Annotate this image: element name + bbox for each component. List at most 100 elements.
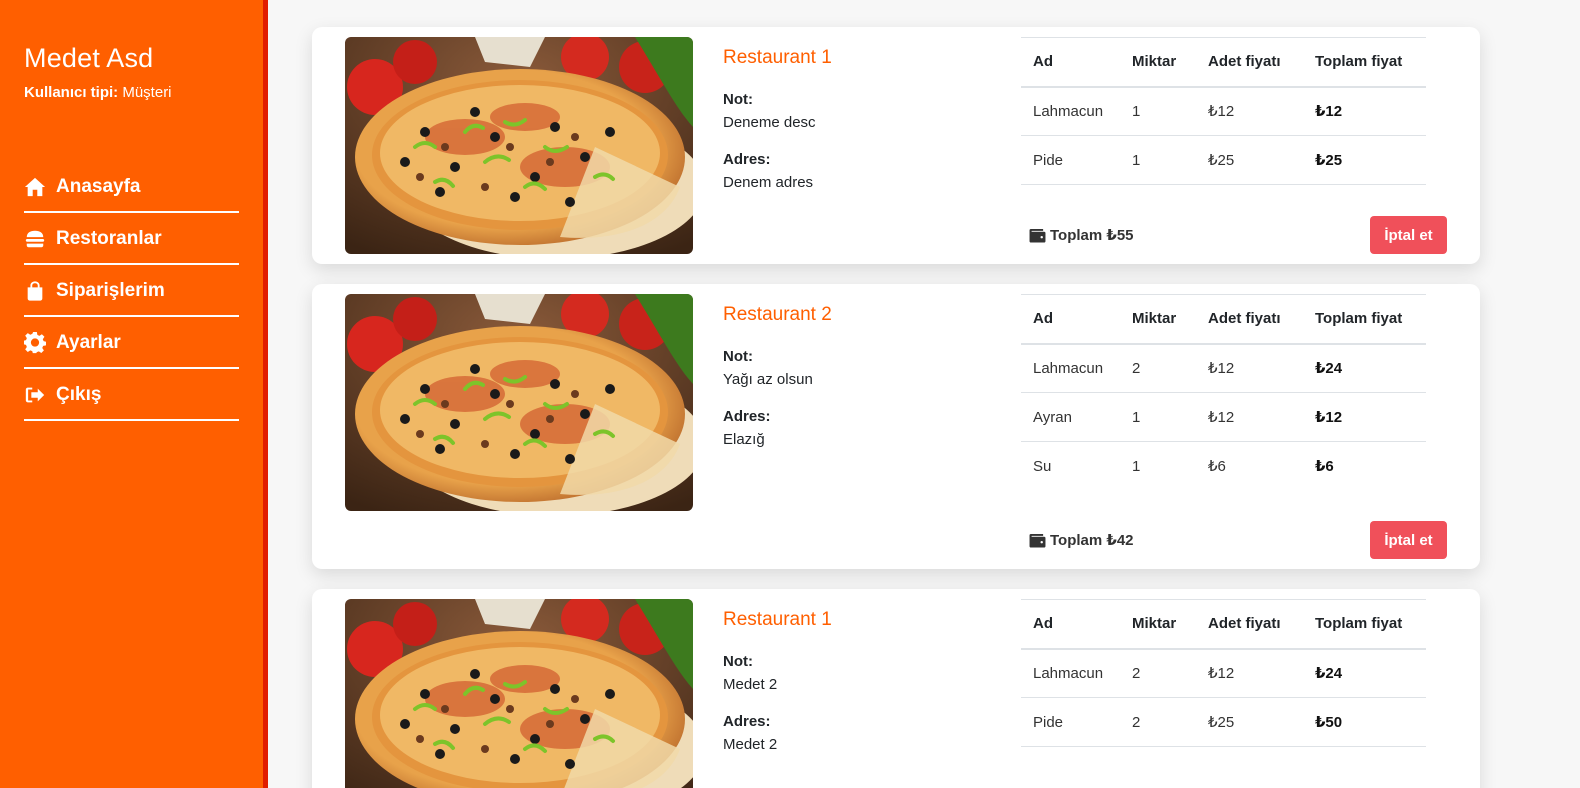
user-type: Kullanıcı tipi: Müşteri	[24, 84, 239, 101]
table-row: Lahmacun 1 ₺12 ₺12	[1021, 86, 1426, 136]
column-header-total-price: Toplam fiyat	[1303, 599, 1426, 650]
sign-out-icon	[24, 384, 50, 406]
table-header-row: Ad Miktar Adet fiyatı Toplam fiyat	[1021, 37, 1426, 88]
note-label: Not:	[723, 91, 753, 108]
user-name: Medet Asd	[24, 43, 154, 73]
note-label: Not:	[723, 653, 753, 670]
address-value: Medet 2	[723, 736, 778, 753]
item-qty: 2	[1120, 343, 1196, 393]
sidebar-item-anasayfa[interactable]: Anasayfa	[24, 161, 239, 214]
order-total-text: Toplam ₺55	[1050, 227, 1134, 244]
sidebar-item-label: Çıkış	[56, 384, 102, 406]
address-label: Adres:	[723, 713, 771, 730]
item-name: Lahmacun	[1021, 343, 1120, 393]
orders-list[interactable]: Restaurant 1 Not: Deneme desc Adres: Den…	[268, 0, 1580, 788]
table-header-row: Ad Miktar Adet fiyatı Toplam fiyat	[1021, 599, 1426, 650]
item-unit-price: ₺6	[1208, 458, 1226, 476]
item-name: Su	[1033, 457, 1052, 475]
item-total-price: ₺24	[1303, 343, 1426, 393]
order-items-table: Ad Miktar Adet fiyatı Toplam fiyat Lahma…	[1021, 294, 1426, 491]
sidebar: Medet Asd Kullanıcı tipi: Müşteri Anasay…	[0, 0, 263, 788]
order-table-wrap: Ad Miktar Adet fiyatı Toplam fiyat Lahma…	[1021, 37, 1426, 185]
restaurant-name: Restaurant 1	[723, 47, 832, 68]
item-qty: 1	[1132, 457, 1141, 475]
item-name: Lahmacun	[1021, 648, 1120, 698]
sidebar-item-label: Ayarlar	[56, 332, 121, 354]
sidebar-nav: Anasayfa Restoranlar Siparişlerim Ayarla…	[24, 161, 239, 422]
sidebar-item-label: Siparişlerim	[56, 280, 165, 302]
address-value: Elazığ	[723, 431, 765, 448]
table-row: Pide 1 ₺25 ₺25	[1021, 135, 1426, 185]
item-total-price: ₺12	[1303, 86, 1426, 136]
gear-icon	[24, 332, 50, 354]
note-value: Yağı az olsun	[723, 371, 813, 388]
pizza-image	[345, 37, 693, 254]
column-header-unit-price: Adet fiyatı	[1196, 294, 1303, 345]
item-qty: 1	[1120, 86, 1196, 136]
sidebar-item-ayarlar[interactable]: Ayarlar	[24, 317, 239, 370]
order-total-text: Toplam ₺42	[1050, 532, 1134, 549]
item-total-price: ₺25	[1303, 135, 1426, 185]
address-label: Adres:	[723, 151, 771, 168]
item-qty: 2	[1120, 697, 1196, 747]
table-row: Pide 2 ₺25 ₺50	[1021, 697, 1426, 747]
table-row: Ayran 1 ₺12 ₺12	[1021, 392, 1426, 442]
home-icon	[24, 176, 50, 198]
item-qty: 1	[1120, 392, 1196, 442]
order-items-table: Ad Miktar Adet fiyatı Toplam fiyat Lahma…	[1021, 599, 1426, 747]
item-qty: 2	[1120, 648, 1196, 698]
item-name: Pide	[1021, 135, 1120, 185]
order-card: Restaurant 1 Not: Medet 2 Adres: Medet 2…	[312, 589, 1480, 788]
order-footer: Toplam ₺55 İptal et	[1029, 216, 1447, 254]
item-total-price: ₺12	[1303, 392, 1426, 442]
column-header-unit-price: Adet fiyatı	[1196, 599, 1303, 650]
order-info: Restaurant 2 Not: Yağı az olsun Adres: E…	[723, 304, 1003, 448]
item-unit-price: ₺25	[1196, 135, 1303, 185]
item-name: Ayran	[1021, 392, 1120, 442]
order-info: Restaurant 1 Not: Deneme desc Adres: Den…	[723, 47, 1003, 191]
cancel-order-button[interactable]: İptal et	[1370, 521, 1447, 559]
item-total-price: ₺24	[1303, 648, 1426, 698]
burger-icon	[24, 228, 50, 250]
pizza-image	[345, 294, 693, 511]
note-label: Not:	[723, 348, 753, 365]
column-header-name: Ad	[1021, 599, 1120, 650]
table-row: Lahmacun 2 ₺12 ₺24	[1021, 343, 1426, 393]
sidebar-item-cikis[interactable]: Çıkış	[24, 369, 239, 422]
sidebar-item-restoranlar[interactable]: Restoranlar	[24, 213, 239, 266]
item-name: Pide	[1021, 697, 1120, 747]
table-row: Lahmacun 2 ₺12 ₺24	[1021, 648, 1426, 698]
item-qty: 1	[1120, 135, 1196, 185]
user-type-label: Kullanıcı tipi:	[24, 84, 119, 102]
column-header-qty: Miktar	[1120, 599, 1196, 650]
pizza-image	[345, 599, 693, 788]
note-value: Medet 2	[723, 676, 778, 693]
item-unit-price: ₺12	[1196, 86, 1303, 136]
column-header-unit-price: Adet fiyatı	[1196, 37, 1303, 88]
item-unit-price: ₺25	[1196, 697, 1303, 747]
item-name: Lahmacun	[1021, 86, 1120, 136]
item-total-price: ₺50	[1303, 697, 1426, 747]
order-total: Toplam ₺42	[1029, 531, 1134, 549]
cancel-order-button[interactable]: İptal et	[1370, 216, 1447, 254]
table-header-row: Ad Miktar Adet fiyatı Toplam fiyat	[1021, 294, 1426, 345]
sidebar-item-label: Restoranlar	[56, 228, 162, 250]
table-row: Su 1 ₺6 ₺6	[1021, 442, 1426, 491]
order-items-table: Ad Miktar Adet fiyatı Toplam fiyat Lahma…	[1021, 37, 1426, 185]
sidebar-item-label: Anasayfa	[56, 176, 141, 198]
restaurant-name: Restaurant 2	[723, 304, 832, 325]
item-unit-price: ₺12	[1196, 343, 1303, 393]
address-label: Adres:	[723, 408, 771, 425]
order-table-wrap: Ad Miktar Adet fiyatı Toplam fiyat Lahma…	[1021, 294, 1426, 491]
item-total-price: ₺6	[1315, 458, 1334, 476]
wallet-icon	[1029, 533, 1046, 548]
sidebar-item-siparislerim[interactable]: Siparişlerim	[24, 265, 239, 318]
order-footer: Toplam ₺42 İptal et	[1029, 521, 1447, 559]
column-header-name: Ad	[1021, 37, 1120, 88]
item-unit-price: ₺12	[1196, 648, 1303, 698]
note-value: Deneme desc	[723, 114, 816, 131]
order-table-wrap: Ad Miktar Adet fiyatı Toplam fiyat Lahma…	[1021, 599, 1426, 747]
column-header-qty: Miktar	[1120, 37, 1196, 88]
order-total: Toplam ₺55	[1029, 226, 1134, 244]
column-header-total-price: Toplam fiyat	[1303, 294, 1426, 345]
